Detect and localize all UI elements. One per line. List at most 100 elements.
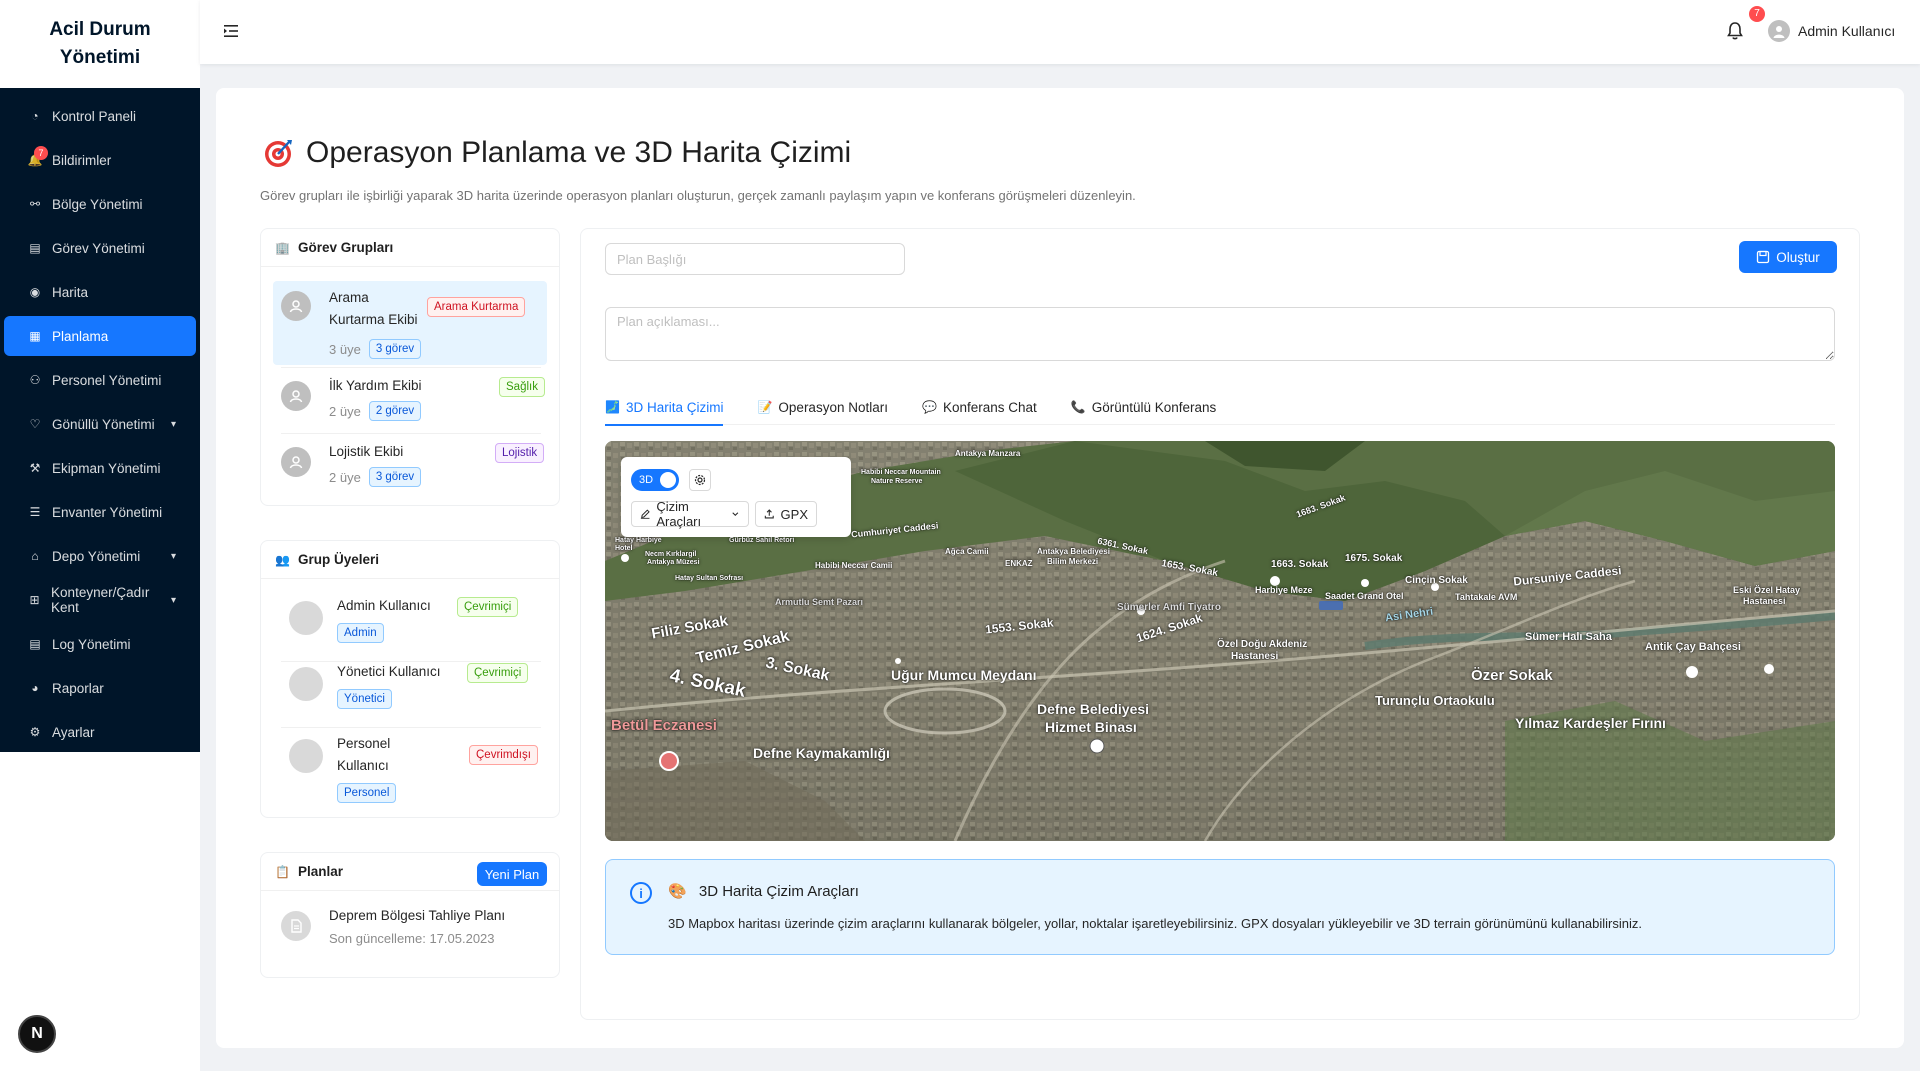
map-label: Betül Eczanesi <box>611 717 717 734</box>
map-label: Defne Belediyesi <box>1037 701 1150 717</box>
sidebar-item-label: Ekipman Yönetimi <box>52 460 161 476</box>
member-status-tag: Çevrimiçi <box>457 597 519 617</box>
map-label: Antik Çay Bahçesi <box>1645 641 1741 653</box>
main-content: Operasyon Planlama ve 3D Harita Çizimi G… <box>216 88 1904 1048</box>
tab-video-conference[interactable]: 📞 Görüntülü Konferans <box>1071 389 1217 425</box>
pie-chart-icon: ◕ <box>31 681 39 695</box>
plan-updated: Son güncelleme: 17.05.2023 <box>329 931 495 946</box>
sidebar-item-bildirimler[interactable]: 🔔 Bildirimler 7 <box>4 140 196 180</box>
drawing-tools-dropdown[interactable]: Çizim Araçları <box>631 499 749 529</box>
next-dev-badge[interactable]: N <box>18 1015 56 1053</box>
sidebar-item-label: Harita <box>52 284 89 300</box>
3d-toggle-switch[interactable]: 3D <box>631 469 679 491</box>
tab-operation-notes[interactable]: 📝 Operasyon Notları <box>757 389 888 425</box>
notification-badge: 7 <box>34 146 48 160</box>
member-status-tag: Çevrimiçi <box>467 663 529 683</box>
sidebar-item-label: Envanter Yönetimi <box>52 504 163 520</box>
map-label: Özel Doğu Akdeniz <box>1217 639 1308 650</box>
bell-icon[interactable] <box>1724 20 1746 42</box>
clipboard-icon: 📋 <box>275 864 290 879</box>
sidebar-item-konteyner-çadır-kent[interactable]: ⊞ Konteyner/Çadır Kent ▾ <box>4 580 196 620</box>
map-label: 1675. Sokak <box>1345 553 1403 564</box>
sidebar-item-envanter-yönetimi[interactable]: ☰ Envanter Yönetimi <box>4 492 196 532</box>
dashboard-icon: ◔ <box>31 109 39 123</box>
plans-header: 📋 Planlar Yeni Plan <box>261 853 559 891</box>
sidebar-item-ayarlar[interactable]: ⚙ Ayarlar <box>4 712 196 752</box>
tab-conference-chat[interactable]: 💬 Konferans Chat <box>922 389 1037 425</box>
new-plan-button[interactable]: Yeni Plan <box>477 862 547 886</box>
sidebar-item-kontrol-paneli[interactable]: ◔ Kontrol Paneli <box>4 96 196 136</box>
group-members-panel: 👥 Grup Üyeleri Admin Kullanıcı Çevrimiçi… <box>260 540 560 818</box>
group-members-title: Grup Üyeleri <box>297 552 379 567</box>
sidebar-item-bölge-yönetimi[interactable]: ⚯ Bölge Yönetimi <box>4 184 196 224</box>
page-title: Operasyon Planlama ve 3D Harita Çizimi <box>262 136 851 170</box>
sidebar-item-depo-yönetimi[interactable]: ⌂ Depo Yönetimi ▾ <box>4 536 196 576</box>
sidebar-item-label: Bildirimler <box>52 152 112 168</box>
sidebar-item-label: Depo Yönetimi <box>52 548 141 564</box>
member-role-tag: Yönetici <box>337 689 392 709</box>
member-item[interactable]: Admin Kullanıcı Çevrimiçi Admin <box>273 593 547 657</box>
appstore-icon: ⊞ <box>29 593 40 607</box>
group-item-first-aid[interactable]: İlk Yardım Ekibi Sağlık 2 üye 2 görev <box>273 371 547 431</box>
member-status-tag: Çevrimdışı <box>469 745 538 765</box>
inventory-icon: ☰ <box>29 505 41 519</box>
map-label: Armutlu Semt Pazarı <box>775 597 864 607</box>
create-plan-button[interactable]: Oluştur <box>1739 241 1837 273</box>
member-avatar <box>289 667 323 701</box>
divider <box>281 367 541 368</box>
plans-title: Planlar <box>297 864 343 879</box>
3d-map-canvas[interactable]: Filiz Sokak Temiz Sokak 3. Sokak 4. Soka… <box>605 441 1835 841</box>
map-label: Necm Kırklargil <box>645 551 697 558</box>
map-toolbar: 3D Çizim Araçları GPX <box>621 457 851 537</box>
sidebar-item-harita[interactable]: ◉ Harita <box>4 272 196 312</box>
calendar-icon: ▦ <box>29 329 41 343</box>
group-type-tag: Arama Kurtarma <box>427 297 526 317</box>
task-count-tag: 3 görev <box>368 467 422 487</box>
plan-title-input[interactable] <box>605 243 905 275</box>
member-item[interactable]: Yönetici Kullanıcı Çevrimiçi Yönetici <box>273 659 547 723</box>
video-call-icon: 📞 <box>1070 400 1086 414</box>
cluster-icon: ⚯ <box>29 197 41 211</box>
sidebar-item-raporlar[interactable]: ◕ Raporlar <box>4 668 196 708</box>
group-meta: 2 üye 2 görev <box>329 401 422 421</box>
sidebar: Acil Durum Yönetimi ◔ Kontrol Paneli 🔔 Bild… <box>0 0 200 1071</box>
map-icon: 🗾 <box>605 400 620 414</box>
member-item[interactable]: Personel Kullanıcı Çevrimdışı Personel <box>273 731 547 811</box>
map-label: Eski Özel Hatay <box>1733 585 1801 595</box>
plan-description-textarea[interactable] <box>605 307 1835 361</box>
plan-item[interactable]: Deprem Bölgesi Tahliye Planı Son güncell… <box>273 899 547 969</box>
map-label: Hotel <box>615 545 633 552</box>
group-item-logistics[interactable]: Lojistik Ekibi Lojistik 2 üye 3 görev <box>273 437 547 497</box>
task-groups-title: Görev Grupları <box>297 240 394 255</box>
group-avatar-icon <box>281 447 311 477</box>
sidebar-item-label: Konteyner/Çadır Kent <box>51 585 150 615</box>
brand-logo[interactable]: Acil Durum Yönetimi <box>0 0 200 88</box>
notification-badge: 7 <box>1749 6 1765 22</box>
map-label: Habibi Neccar Mountain <box>861 469 941 476</box>
sidebar-item-label: Gönüllü Yönetimi <box>52 416 155 432</box>
map-label: Antakya Belediyesi <box>1037 547 1110 556</box>
palette-icon: 🎨 <box>668 883 687 900</box>
sidebar-item-planlama[interactable]: ▦ Planlama <box>4 316 196 356</box>
sidebar-item-görev-yönetimi[interactable]: ▤ Görev Yönetimi <box>4 228 196 268</box>
map-label: Tahtakale AVM <box>1455 592 1518 602</box>
target-icon <box>265 140 292 167</box>
sidebar-item-gönüllü-yönetimi[interactable]: ♡ Gönüllü Yönetimi ▾ <box>4 404 196 444</box>
menu-fold-icon[interactable] <box>222 22 240 40</box>
map-label: Gürbüz Sahil Retori <box>729 537 795 544</box>
chevron-down-icon: ▾ <box>170 418 176 430</box>
file-text-icon: ▤ <box>29 637 41 651</box>
plan-editor-panel: Oluştur 🗾 3D Harita Çizimi 📝 Operasyon N… <box>580 228 1860 1020</box>
member-avatar <box>289 739 323 773</box>
gpx-upload-button[interactable]: GPX <box>755 501 817 527</box>
member-role-tag: Personel <box>337 783 397 803</box>
sidebar-item-personel-yönetimi[interactable]: ⚇ Personel Yönetimi <box>4 360 196 400</box>
tab-3d-map[interactable]: 🗾 3D Harita Çizimi <box>605 389 724 426</box>
sidebar-item-ekipman-yönetimi[interactable]: ⚒ Ekipman Yönetimi <box>4 448 196 488</box>
sidebar-item-label: Personel Yönetimi <box>52 372 162 388</box>
sidebar-item-log-yönetimi[interactable]: ▤ Log Yönetimi <box>4 624 196 664</box>
map-settings-button[interactable] <box>689 469 711 491</box>
save-icon <box>1757 250 1770 264</box>
user-menu[interactable]: Admin Kullanıcı <box>1768 20 1895 42</box>
group-item-search-rescue[interactable]: Arama Kurtarma Ekibi Arama Kurtarma 3 üy… <box>273 281 547 365</box>
